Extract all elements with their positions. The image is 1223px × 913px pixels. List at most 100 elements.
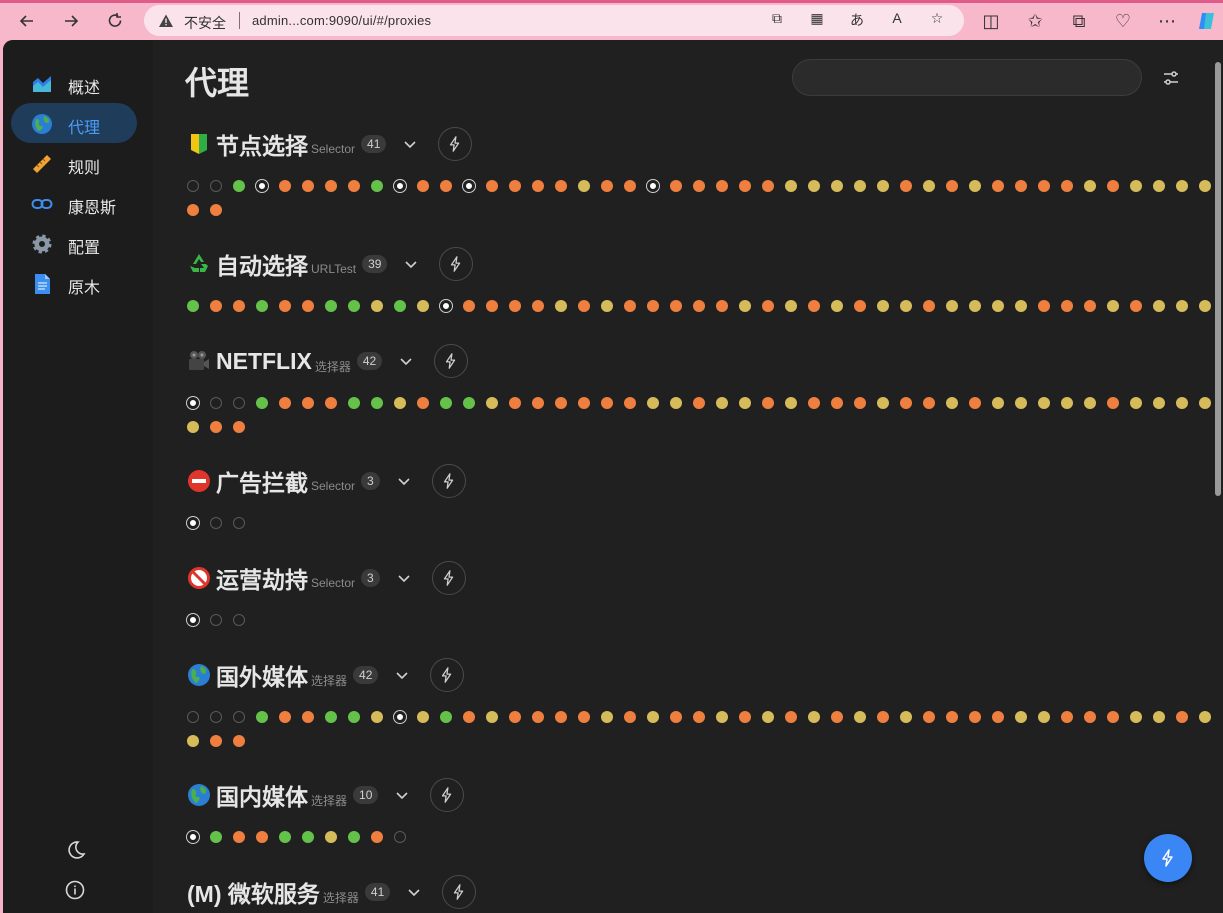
proxy-dot[interactable]	[1130, 711, 1142, 723]
proxy-dot[interactable]	[187, 300, 199, 312]
proxy-dot[interactable]	[969, 300, 981, 312]
proxy-dot-selected[interactable]	[187, 517, 199, 529]
proxy-dot[interactable]	[348, 397, 360, 409]
proxy-dot[interactable]	[394, 300, 406, 312]
proxy-dot[interactable]	[716, 180, 728, 192]
proxy-group-header[interactable]: 自动选择 URLTest 39	[187, 246, 474, 282]
proxy-dot[interactable]	[325, 180, 337, 192]
proxy-dot[interactable]	[785, 300, 797, 312]
proxy-dot[interactable]	[900, 300, 912, 312]
proxy-dot[interactable]	[1107, 300, 1119, 312]
proxy-dot[interactable]	[831, 711, 843, 723]
proxy-dot[interactable]	[256, 711, 268, 723]
forward-button[interactable]	[56, 6, 86, 36]
proxy-dot[interactable]	[1015, 711, 1027, 723]
proxy-dot[interactable]	[946, 300, 958, 312]
proxy-dot[interactable]	[486, 397, 498, 409]
proxy-dot[interactable]	[624, 397, 636, 409]
favorites-button[interactable]: ✩	[1020, 6, 1050, 36]
theme-toggle-moon-icon[interactable]	[63, 838, 87, 862]
proxy-group-header[interactable]: 国外媒体 选择器 42	[187, 657, 465, 693]
proxy-dot[interactable]	[486, 180, 498, 192]
proxy-dot-selected[interactable]	[187, 831, 199, 843]
proxy-dot[interactable]	[325, 711, 337, 723]
proxy-dot[interactable]	[624, 711, 636, 723]
proxy-dot[interactable]	[1130, 180, 1142, 192]
proxy-dot[interactable]	[578, 180, 590, 192]
proxy-dot[interactable]	[371, 300, 383, 312]
proxy-dot[interactable]	[946, 397, 958, 409]
chevron-down-icon[interactable]	[401, 254, 421, 274]
proxy-dot[interactable]	[555, 300, 567, 312]
proxy-dot[interactable]	[670, 711, 682, 723]
proxy-dot[interactable]	[601, 300, 613, 312]
proxy-dot[interactable]	[877, 711, 889, 723]
more-button[interactable]: ⋯	[1152, 6, 1182, 36]
proxy-dot-selected[interactable]	[463, 180, 475, 192]
chevron-down-icon[interactable]	[392, 665, 412, 685]
scrollbar-thumb[interactable]	[1215, 62, 1221, 496]
proxy-dot[interactable]	[394, 831, 406, 843]
proxy-dot[interactable]	[808, 300, 820, 312]
proxy-dot[interactable]	[233, 300, 245, 312]
proxy-dot[interactable]	[440, 397, 452, 409]
proxy-dot[interactable]	[992, 300, 1004, 312]
app-available-icon[interactable]: ⧉	[766, 10, 788, 27]
proxy-dot[interactable]	[233, 180, 245, 192]
proxy-dot[interactable]	[670, 397, 682, 409]
proxy-dot[interactable]	[1199, 180, 1211, 192]
proxy-dot[interactable]	[302, 397, 314, 409]
proxy-dot[interactable]	[555, 397, 567, 409]
proxy-dot[interactable]	[992, 397, 1004, 409]
proxy-dot[interactable]	[693, 711, 705, 723]
proxy-dot[interactable]	[210, 517, 222, 529]
proxy-dot[interactable]	[1084, 397, 1096, 409]
proxy-dot[interactable]	[1176, 300, 1188, 312]
proxy-dot-selected[interactable]	[394, 711, 406, 723]
proxy-dot[interactable]	[440, 180, 452, 192]
proxy-group-header[interactable]: NETFLIX 选择器 42	[187, 343, 469, 379]
proxy-dot[interactable]	[417, 300, 429, 312]
proxy-dot[interactable]	[831, 397, 843, 409]
proxy-dot[interactable]	[187, 204, 199, 216]
proxy-dot[interactable]	[532, 397, 544, 409]
proxy-dot[interactable]	[946, 180, 958, 192]
proxy-dot[interactable]	[1061, 711, 1073, 723]
proxy-dot[interactable]	[831, 300, 843, 312]
proxy-dot[interactable]	[555, 180, 567, 192]
proxy-dot[interactable]	[992, 180, 1004, 192]
proxy-dot[interactable]	[785, 180, 797, 192]
proxy-dot-selected[interactable]	[187, 614, 199, 626]
proxy-dot[interactable]	[601, 180, 613, 192]
proxy-dot[interactable]	[256, 397, 268, 409]
proxy-dot[interactable]	[256, 831, 268, 843]
sidebar-item-rules[interactable]: 规则	[11, 143, 137, 183]
proxy-dot[interactable]	[371, 397, 383, 409]
latency-test-button[interactable]	[438, 127, 473, 161]
proxy-dot[interactable]	[923, 180, 935, 192]
proxy-dot[interactable]	[923, 300, 935, 312]
proxy-dot[interactable]	[210, 397, 222, 409]
address-bar[interactable]: 不安全 admin...com:9090/ui/#/proxies ⧉ ▦ あ …	[144, 5, 964, 36]
proxy-dot[interactable]	[693, 300, 705, 312]
latency-test-button[interactable]	[431, 464, 466, 498]
proxy-dot[interactable]	[509, 397, 521, 409]
proxy-dot[interactable]	[739, 180, 751, 192]
proxy-dot[interactable]	[532, 180, 544, 192]
proxy-dot[interactable]	[1084, 300, 1096, 312]
proxy-dot[interactable]	[1199, 397, 1211, 409]
chevron-down-icon[interactable]	[394, 471, 414, 491]
proxy-dot[interactable]	[509, 711, 521, 723]
proxy-dot[interactable]	[348, 711, 360, 723]
proxy-group-header[interactable]: (M) 微软服务 选择器 41	[187, 874, 477, 910]
search-input[interactable]	[792, 59, 1142, 96]
proxy-dot[interactable]	[233, 614, 245, 626]
proxy-dot[interactable]	[1015, 180, 1027, 192]
proxy-dot[interactable]	[624, 300, 636, 312]
read-aloud-icon[interactable]: A	[886, 10, 908, 26]
proxy-dot[interactable]	[969, 180, 981, 192]
proxy-dot[interactable]	[325, 300, 337, 312]
back-button[interactable]	[12, 6, 42, 36]
sidebar-item-connections[interactable]: 康恩斯	[11, 183, 137, 223]
proxy-dot[interactable]	[1130, 397, 1142, 409]
